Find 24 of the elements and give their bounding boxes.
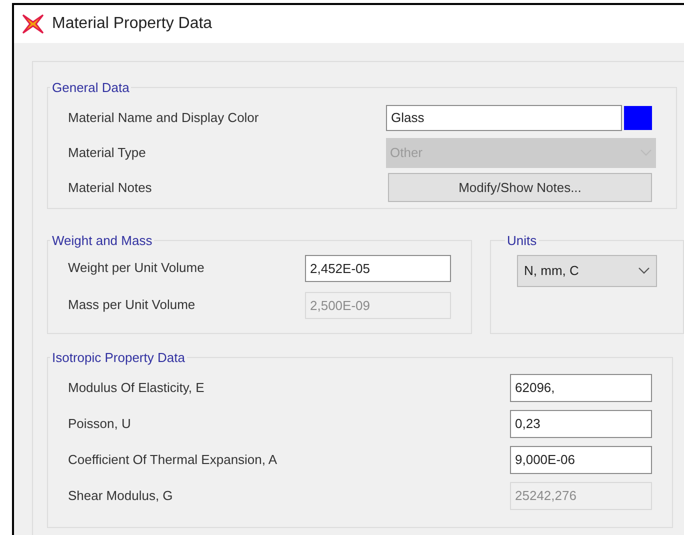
field-label: Weight per Unit Volume <box>68 259 206 278</box>
group-title: General Data <box>51 79 130 97</box>
app-logo-icon <box>22 14 44 34</box>
group-title: Isotropic Property Data <box>51 349 186 367</box>
group-title: Weight and Mass <box>51 232 154 250</box>
value-field[interactable]: 2,452E-05 <box>305 254 451 282</box>
field-label: Material Name and Display Color <box>68 108 260 127</box>
group-title: Units <box>506 232 538 250</box>
modify-notes-button[interactable]: Modify/Show Notes... <box>388 173 652 202</box>
display-color-swatch[interactable] <box>624 106 652 130</box>
field-label: Shear Modulus, G <box>68 486 174 505</box>
field-label: Material Notes <box>68 178 153 197</box>
value-field[interactable]: 62096, <box>510 374 652 402</box>
material-name-field[interactable]: Glass <box>386 104 622 130</box>
field-label: Modulus Of Elasticity, E <box>68 378 206 397</box>
units-dropdown[interactable]: N, mm, C <box>517 254 657 286</box>
window-title: Material Property Data <box>52 14 212 34</box>
chevron-down-icon <box>638 266 650 274</box>
field-label: Poisson, U <box>68 414 132 433</box>
field-label: Material Type <box>68 144 147 162</box>
value-field[interactable]: 9,000E-06 <box>510 446 652 474</box>
field-label: Mass per Unit Volume <box>68 296 196 314</box>
value-field[interactable]: 0,23 <box>510 410 652 438</box>
field-label: Coefficient Of Thermal Expansion, A <box>68 450 278 469</box>
